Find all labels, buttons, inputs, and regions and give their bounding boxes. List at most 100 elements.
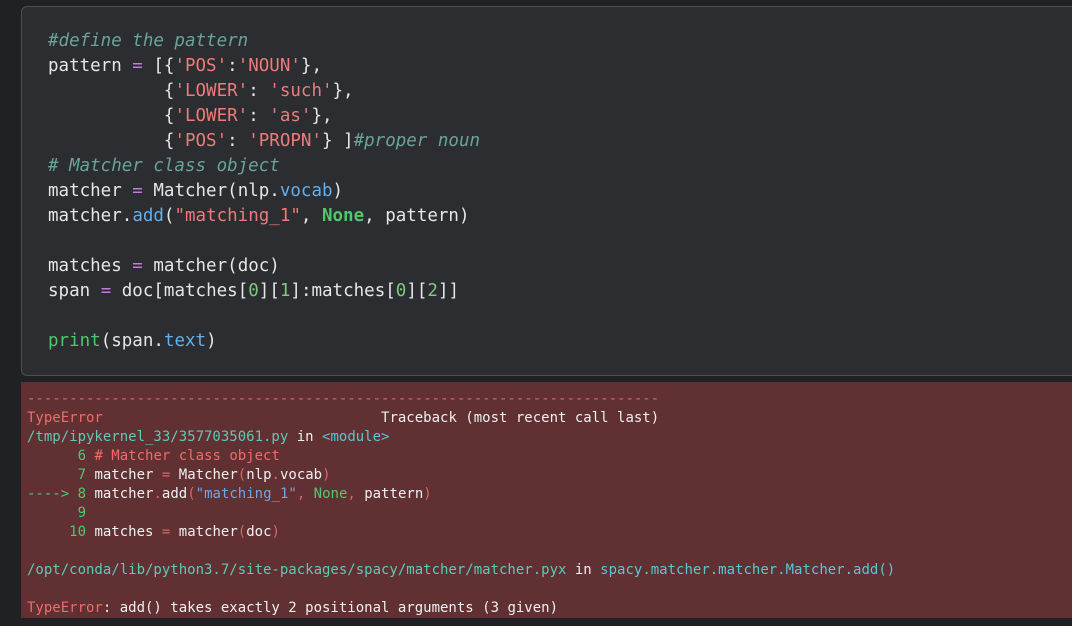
op-assign: = — [121, 256, 154, 276]
traceback-code-line-7: 7 matcher = Matcher(nlp.vocab) — [77, 467, 331, 483]
var-matcher: matcher — [94, 486, 154, 502]
punct-open-dict: { — [163, 131, 175, 151]
var-matches: matches — [163, 281, 238, 301]
var-doc: doc — [121, 281, 154, 301]
punct-close-dict: }, — [300, 56, 322, 76]
num-index-0: 0 — [248, 281, 259, 301]
line-number: 10 — [69, 524, 87, 540]
punct-close-dict: }, — [311, 106, 333, 126]
traceback-separator: ----------------------------------------… — [27, 391, 660, 407]
error-type: TypeError — [27, 600, 103, 616]
code-line-8: matcher.add("matching_1", None, pattern) — [48, 206, 470, 226]
kw-none: None — [313, 486, 348, 502]
method-add: add — [161, 486, 188, 502]
traceback-blank — [27, 542, 895, 561]
error-message-line: TypeError: add() takes exactly 2 positio… — [27, 599, 895, 618]
var-doc: doc — [246, 524, 272, 540]
in-word: in — [296, 429, 314, 445]
var-span: span — [111, 331, 154, 351]
code-line-1: #define the pattern — [48, 29, 480, 54]
var-pattern: pattern — [48, 56, 122, 76]
punct-open-dict: { — [163, 106, 175, 126]
kernel-file-path[interactable]: /tmp/ipykernel_33/3577035061.py — [27, 429, 288, 445]
str-val-such: 'such' — [269, 81, 333, 101]
code-line-4: {'LOWER': 'as'}, — [48, 104, 480, 129]
str-key-lower: 'LOWER' — [174, 81, 249, 101]
line-number: 6 — [77, 448, 87, 464]
code-line-11: span = doc[matches[0][1]:matches[0][2]] — [48, 281, 460, 301]
comment-proper-noun: #proper noun — [353, 131, 481, 151]
code-editor[interactable]: #define the pattern pattern = [{'POS':'NO… — [48, 29, 480, 354]
class-matcher: Matcher — [153, 181, 228, 201]
code-line-5: {'POS': 'PROPN'} ]#proper noun — [48, 129, 480, 154]
var-matches: matches — [94, 524, 154, 540]
line-number: 8 — [77, 486, 87, 502]
str-key-pos: 'POS' — [174, 56, 228, 76]
var-pattern: pattern — [364, 486, 424, 502]
punct-colon: : — [248, 81, 270, 101]
code-line-13: print(span.text) — [48, 331, 217, 351]
num-index-2: 2 — [427, 281, 438, 301]
code-line-7: matcher = Matcher(nlp.vocab) — [48, 181, 344, 201]
var-matcher: matcher — [94, 467, 154, 483]
str-val-as: 'as' — [269, 106, 312, 126]
function-reference: spacy.matcher.matcher.Matcher.add() — [600, 562, 896, 578]
kw-none: None — [321, 206, 365, 226]
punct-colon: : — [227, 56, 238, 76]
code-line-10: matches = matcher(doc) — [48, 256, 280, 276]
line-number: 9 — [77, 505, 87, 521]
op-assign: = — [90, 281, 122, 301]
str-matching-1: "matching_1" — [195, 486, 297, 502]
class-matcher: Matcher — [178, 467, 238, 483]
builtin-print: print — [48, 331, 101, 351]
line-number: 7 — [77, 467, 87, 483]
punct-close-dict: }, — [332, 81, 354, 101]
punct-close-list: } ] — [321, 131, 354, 151]
punct-open-dict: { — [163, 81, 175, 101]
error-output: ----------------------------------------… — [21, 382, 1072, 618]
code-line-6: # Matcher class object — [48, 154, 480, 179]
comment-matcher-class: # Matcher class object — [94, 448, 280, 464]
var-matches: matches — [311, 281, 386, 301]
op-assign: = — [121, 181, 154, 201]
punct-colon: : — [248, 106, 270, 126]
traceback-header: Traceback (most recent call last) — [381, 410, 660, 426]
traceback: ----------------------------------------… — [27, 390, 895, 618]
attr-vocab: vocab — [279, 181, 333, 201]
in-word: in — [574, 562, 592, 578]
comment-define-pattern: #define the pattern — [48, 31, 249, 51]
error-arrow: ----> — [27, 486, 70, 502]
num-index-0: 0 — [395, 281, 407, 301]
var-doc: doc — [237, 256, 270, 276]
num-index-1: 1 — [279, 281, 291, 301]
var-nlp: nlp — [246, 467, 272, 483]
var-matcher: matcher — [178, 524, 238, 540]
var-matcher: matcher — [48, 206, 122, 226]
code-line-2: pattern = [{'POS':'NOUN'}, — [48, 54, 480, 79]
traceback-code-line-8: ----> 8 matcher.add("matching_1", None, … — [27, 486, 432, 502]
punct-open-list: [{ — [153, 56, 175, 76]
code-line-3: {'LOWER': 'such'}, — [48, 79, 480, 104]
traceback-site-line: /opt/conda/lib/python3.7/site-packages/s… — [27, 561, 895, 580]
punct-colon: : — [227, 131, 249, 151]
var-nlp: nlp — [237, 181, 270, 201]
var-matcher: matcher — [48, 181, 122, 201]
var-matches: matches — [48, 256, 122, 276]
method-add: add — [132, 206, 164, 226]
str-matching-1: "matching_1" — [174, 206, 301, 226]
str-val-propn: 'PROPN' — [248, 131, 322, 151]
code-cell[interactable]: #define the pattern pattern = [{'POS':'NO… — [21, 6, 1072, 376]
var-matcher: matcher — [153, 256, 228, 276]
op-assign: = — [121, 56, 154, 76]
site-package-path[interactable]: /opt/conda/lib/python3.7/site-packages/s… — [27, 562, 566, 578]
traceback-header-line: TypeError Traceback (most recent call la… — [27, 409, 895, 428]
traceback-code-line-10: 10 matches = matcher(doc) — [69, 524, 280, 540]
traceback-location-line: /tmp/ipykernel_33/3577035061.py in <modu… — [27, 428, 895, 447]
attr-vocab: vocab — [279, 467, 323, 483]
var-span: span — [48, 281, 91, 301]
var-pattern: pattern — [385, 206, 459, 226]
str-val-noun: 'NOUN' — [237, 56, 301, 76]
module-name: <module> — [322, 429, 390, 445]
